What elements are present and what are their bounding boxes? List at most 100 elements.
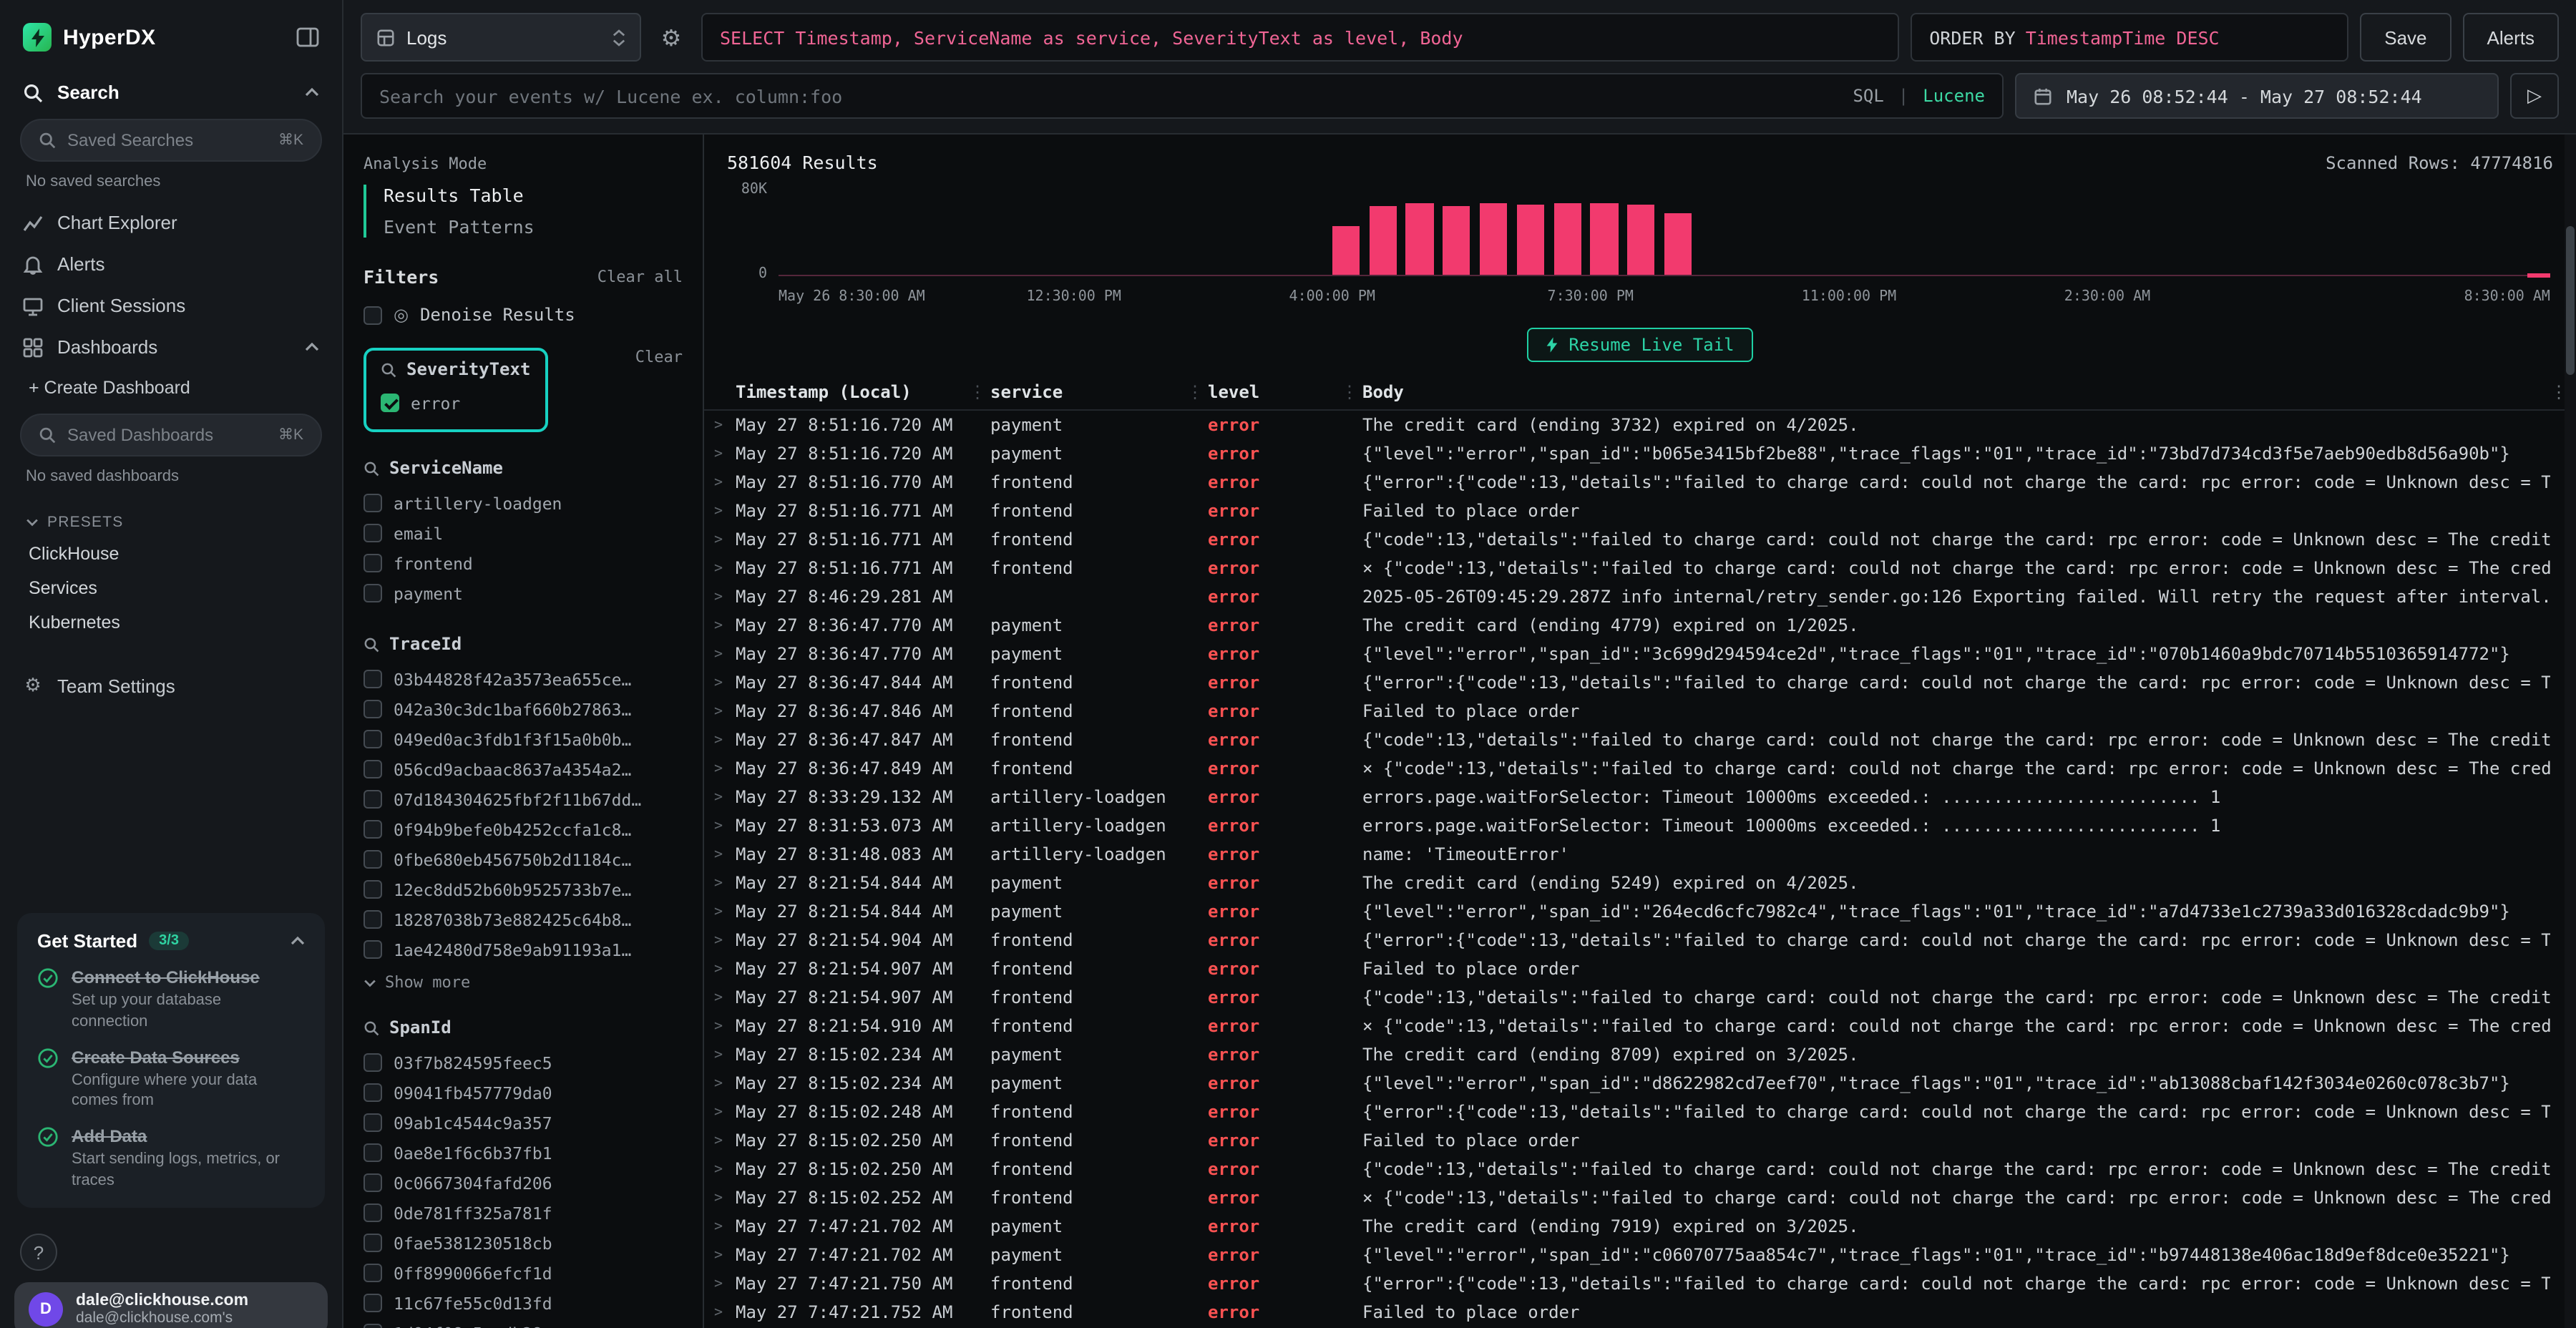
checkbox[interactable]	[364, 730, 382, 748]
row-expand-chevron[interactable]: >	[704, 990, 736, 1005]
histogram-bar[interactable]	[1480, 202, 1507, 275]
table-row[interactable]: >May 27 8:21:54.910 AMfrontenderror× {"c…	[704, 1012, 2576, 1040]
table-row[interactable]: >May 27 8:51:16.720 AMpaymenterrorThe cr…	[704, 411, 2576, 439]
histogram-bar[interactable]	[1664, 213, 1692, 275]
checkbox[interactable]	[364, 554, 382, 572]
chevron-up-icon[interactable]	[291, 936, 305, 946]
row-expand-chevron[interactable]: >	[704, 1133, 736, 1148]
get-started-step[interactable]: Add Data Start sending logs, metrics, or…	[37, 1127, 305, 1191]
sidebar-collapse-icon[interactable]	[296, 27, 319, 47]
facet-option[interactable]: 042a30c3dc1baf660b27863…	[364, 694, 683, 724]
checkbox[interactable]	[364, 494, 382, 512]
facet-option[interactable]: 03f7b824595feec5	[364, 1048, 683, 1078]
row-expand-chevron[interactable]: >	[704, 1047, 736, 1063]
create-dashboard-button[interactable]: + Create Dashboard	[0, 368, 342, 408]
preset-item-clickhouse[interactable]: ClickHouse	[0, 537, 342, 571]
row-expand-chevron[interactable]: >	[704, 732, 736, 748]
row-expand-chevron[interactable]: >	[704, 675, 736, 690]
table-row[interactable]: >May 27 8:15:02.248 AMfrontenderror{"err…	[704, 1098, 2576, 1126]
histogram-bar[interactable]	[1406, 204, 1433, 275]
table-row[interactable]: >May 27 8:46:29.281 AMerror2025-05-26T09…	[704, 582, 2576, 611]
row-expand-chevron[interactable]: >	[704, 1247, 736, 1263]
table-row[interactable]: >May 27 8:36:47.770 AMpaymenterrorThe cr…	[704, 611, 2576, 640]
save-button[interactable]: Save	[2360, 13, 2451, 62]
table-row[interactable]: >May 27 7:47:21.752 AMfrontenderrorFaile…	[704, 1298, 2576, 1327]
histogram-bar[interactable]	[1553, 204, 1581, 275]
table-row[interactable]: >May 27 8:31:48.083 AMartillery-loadgene…	[704, 840, 2576, 869]
search-icon[interactable]	[364, 460, 379, 476]
select-query-input[interactable]: SELECT Timestamp, ServiceName as service…	[701, 13, 1899, 62]
facet-option[interactable]: 0f94b9befe0b4252ccfa1c8…	[364, 814, 683, 844]
sidebar-item-client-sessions[interactable]: Client Sessions	[0, 285, 342, 326]
table-row[interactable]: >May 27 8:36:47.844 AMfrontenderror{"err…	[704, 668, 2576, 697]
mode-lucene-toggle[interactable]: Lucene	[1923, 86, 1985, 106]
severity-clear-link[interactable]: Clear	[635, 348, 683, 366]
table-row[interactable]: >May 27 8:21:54.907 AMfrontenderror{"cod…	[704, 983, 2576, 1012]
sidebar-item-alerts[interactable]: Alerts	[0, 243, 342, 285]
checkbox[interactable]	[364, 1264, 382, 1282]
checkbox[interactable]	[364, 790, 382, 809]
table-row[interactable]: >May 27 8:51:16.771 AMfrontenderror× {"c…	[704, 554, 2576, 582]
table-row[interactable]: >May 27 8:36:47.847 AMfrontenderror{"cod…	[704, 726, 2576, 754]
table-row[interactable]: >May 27 8:51:16.770 AMfrontenderror{"err…	[704, 468, 2576, 497]
table-row[interactable]: >May 27 8:15:02.250 AMfrontenderrorFaile…	[704, 1126, 2576, 1155]
row-expand-chevron[interactable]: >	[704, 1190, 736, 1206]
facet-option[interactable]: 12ec8dd52b60b9525733b7e…	[364, 874, 683, 904]
denoise-toggle[interactable]: ◎ Denoise Results	[364, 305, 683, 325]
histogram-bar[interactable]	[1443, 206, 1470, 275]
mode-event-patterns[interactable]: Event Patterns	[384, 216, 683, 238]
checkbox[interactable]	[364, 1204, 382, 1222]
table-row[interactable]: >May 27 7:47:21.702 AMpaymenterrorThe cr…	[704, 1212, 2576, 1241]
table-row[interactable]: >May 27 8:15:02.234 AMpaymenterrorThe cr…	[704, 1040, 2576, 1069]
checkbox[interactable]	[364, 1113, 382, 1132]
checkbox[interactable]	[364, 1053, 382, 1072]
facet-option[interactable]: 1ae42480d758e9ab91193a1…	[364, 934, 683, 965]
histogram-bar[interactable]	[1591, 202, 1618, 275]
facet-option[interactable]: 049ed0ac3fdb1f3f15a0b0b…	[364, 724, 683, 754]
table-row[interactable]: >May 27 8:51:16.771 AMfrontenderror{"cod…	[704, 525, 2576, 554]
facet-option[interactable]: 0ae8e1f6c6b37fb1	[364, 1138, 683, 1168]
scrollbar-thumb[interactable]	[2566, 226, 2575, 375]
checkbox[interactable]	[364, 880, 382, 899]
source-select[interactable]: Logs	[361, 13, 641, 62]
search-icon[interactable]	[381, 361, 396, 377]
table-row[interactable]: >May 27 8:36:47.770 AMpaymenterror{"leve…	[704, 640, 2576, 668]
checkbox-checked[interactable]	[381, 394, 399, 412]
checkbox[interactable]	[364, 1083, 382, 1102]
facet-option[interactable]: 09ab1c4544c9a357	[364, 1108, 683, 1138]
get-started-step[interactable]: Create Data Sources Configure where your…	[37, 1048, 305, 1111]
table-row[interactable]: >May 27 8:15:02.250 AMfrontenderror{"cod…	[704, 1155, 2576, 1183]
row-expand-chevron[interactable]: >	[704, 932, 736, 948]
search-icon[interactable]	[364, 1020, 379, 1035]
checkbox[interactable]	[364, 820, 382, 839]
facet-option[interactable]: payment	[364, 578, 683, 608]
facet-option[interactable]: 0fbe680eb456750b2d1184c…	[364, 844, 683, 874]
saved-searches-input[interactable]: Saved Searches ⌘K	[20, 119, 322, 162]
row-expand-chevron[interactable]: >	[704, 617, 736, 633]
row-expand-chevron[interactable]: >	[704, 1104, 736, 1120]
column-header-timestamp[interactable]: Timestamp (Local)	[736, 381, 990, 401]
column-header-service[interactable]: service	[990, 381, 1208, 401]
row-expand-chevron[interactable]: >	[704, 1075, 736, 1091]
search-input[interactable]	[379, 85, 1838, 107]
checkbox[interactable]	[364, 940, 382, 959]
run-query-button[interactable]: ▷	[2510, 73, 2559, 119]
row-expand-chevron[interactable]: >	[704, 761, 736, 776]
table-row[interactable]: >May 27 8:51:16.771 AMfrontenderrorFaile…	[704, 497, 2576, 525]
column-header-body[interactable]: Body	[1362, 381, 2550, 401]
row-expand-chevron[interactable]: >	[704, 904, 736, 919]
table-row[interactable]: >May 27 8:15:02.234 AMpaymenterror{"leve…	[704, 1069, 2576, 1098]
user-menu[interactable]: D dale@clickhouse.com dale@clickhouse.co…	[14, 1282, 328, 1328]
checkbox[interactable]	[364, 850, 382, 869]
event-search-bar[interactable]: SQL | Lucene	[361, 73, 2004, 119]
table-row[interactable]: >May 27 8:36:47.846 AMfrontenderrorFaile…	[704, 697, 2576, 726]
sidebar-item-chart-explorer[interactable]: Chart Explorer	[0, 202, 342, 243]
row-expand-chevron[interactable]: >	[704, 1276, 736, 1292]
row-expand-chevron[interactable]: >	[704, 1219, 736, 1234]
help-button[interactable]: ?	[20, 1234, 57, 1271]
facet-option[interactable]: 0c0667304fafd206	[364, 1168, 683, 1198]
row-expand-chevron[interactable]: >	[704, 818, 736, 834]
preset-item-services[interactable]: Services	[0, 571, 342, 605]
checkbox[interactable]	[364, 1234, 382, 1252]
clear-all-link[interactable]: Clear all	[597, 268, 683, 286]
